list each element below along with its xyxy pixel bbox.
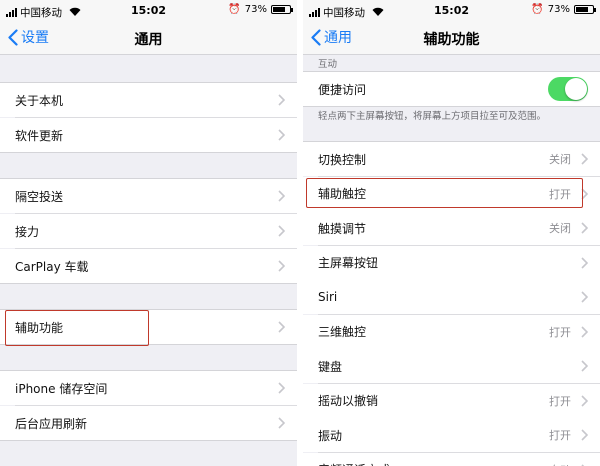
status-bar: 中国移动 15:02 ⏰ 73% bbox=[303, 0, 600, 22]
toggle-knob bbox=[565, 78, 587, 100]
status-bar: 中国移动 15:02 ⏰ 73% bbox=[0, 0, 297, 22]
list-item-label: 主屏幕按钮 bbox=[318, 256, 379, 270]
chevron-right-icon bbox=[278, 260, 285, 272]
list-item-switch-control[interactable]: 切换控制 关闭 bbox=[303, 142, 600, 176]
list-item-detail: 关闭 bbox=[549, 222, 571, 235]
list-item-label: Siri bbox=[318, 290, 338, 304]
chevron-right-icon bbox=[278, 225, 285, 237]
chevron-right-icon bbox=[581, 256, 588, 269]
chevron-right-icon bbox=[278, 382, 285, 394]
list-item-vibration[interactable]: 振动 打开 bbox=[303, 418, 600, 452]
list-item-accessibility[interactable]: 辅助功能 bbox=[0, 310, 297, 344]
list-item-detail: 打开 bbox=[549, 325, 571, 339]
list-item-background-refresh[interactable]: 后台应用刷新 bbox=[0, 406, 297, 440]
list-item-label: 接力 bbox=[15, 224, 40, 239]
list-item-label: 便捷访问 bbox=[318, 82, 367, 97]
list-item-label: 振动 bbox=[318, 428, 343, 443]
chevron-right-icon bbox=[278, 417, 285, 429]
list-item-label: 摇动以撤销 bbox=[318, 394, 379, 408]
page-title: 辅助功能 bbox=[423, 32, 480, 48]
list-item-label: 隔空投送 bbox=[15, 189, 64, 204]
list-item-label: 音频通话方式 bbox=[318, 461, 549, 466]
chevron-right-icon bbox=[278, 321, 285, 333]
list-item-detail: 打开 bbox=[549, 187, 571, 201]
navigation-bar: 通用 辅助功能 bbox=[303, 22, 600, 55]
status-right: ⏰ 73% bbox=[531, 4, 596, 15]
battery-percent: 73% bbox=[547, 4, 570, 15]
list-item-about[interactable]: 关于本机 bbox=[0, 83, 297, 117]
list-item-label: 辅助功能 bbox=[15, 320, 64, 335]
chevron-right-icon bbox=[278, 190, 285, 202]
list-item-label: 切换控制 bbox=[318, 152, 367, 167]
list-item-label: 键盘 bbox=[318, 359, 343, 374]
chevron-right-icon bbox=[581, 291, 588, 303]
list-item-home-button[interactable]: 主屏幕按钮 bbox=[303, 245, 600, 280]
list-item-detail: 自动 bbox=[549, 462, 571, 466]
list-item-airdrop[interactable]: 隔空投送 bbox=[0, 179, 297, 213]
battery-icon bbox=[574, 5, 596, 14]
list-item-carplay[interactable]: CarPlay 车载 bbox=[0, 249, 297, 283]
list-item-shake-to-undo[interactable]: 摇动以撤销 打开 bbox=[303, 383, 600, 418]
battery-icon bbox=[271, 5, 293, 14]
easy-access-toggle[interactable] bbox=[548, 77, 588, 101]
easy-access-footer: 轻点两下主屏幕按钮，将屏幕上方项目拉至可及范围。 bbox=[318, 111, 547, 122]
list-item-label: CarPlay 车载 bbox=[15, 259, 89, 274]
list-item-label: 三维触控 bbox=[318, 325, 367, 339]
list-item-label: 触摸调节 bbox=[318, 221, 367, 236]
chevron-right-icon bbox=[581, 187, 588, 200]
list-item-keyboard[interactable]: 键盘 bbox=[303, 349, 600, 383]
list-item-touch-accommodations[interactable]: 触摸调节 关闭 bbox=[303, 211, 600, 245]
chevron-right-icon bbox=[581, 429, 588, 441]
list-item-detail: 关闭 bbox=[549, 153, 571, 166]
chevron-right-icon bbox=[581, 325, 588, 338]
chevron-right-icon bbox=[581, 153, 588, 165]
list-item-3d-touch[interactable]: 三维触控 打开 bbox=[303, 314, 600, 349]
list-item-label: 软件更新 bbox=[15, 128, 64, 143]
list-item-iphone-storage[interactable]: iPhone 储存空间 bbox=[0, 371, 297, 405]
list-item-detail: 打开 bbox=[549, 394, 571, 408]
list-item-label: 后台应用刷新 bbox=[15, 416, 88, 431]
list-item-siri[interactable]: Siri bbox=[303, 280, 600, 314]
list-item-assistive-touch[interactable]: 辅助触控 打开 bbox=[303, 176, 600, 211]
status-right: ⏰ 73% bbox=[228, 4, 293, 15]
list-item-label: iPhone 储存空间 bbox=[15, 381, 108, 396]
general-settings-screen: 中国移动 15:02 ⏰ 73% 设置 通用 关于本机 软件更新 隔空投送 接力… bbox=[0, 0, 297, 466]
list-item-easy-access[interactable]: 便捷访问 bbox=[303, 72, 600, 106]
list-item-handoff[interactable]: 接力 bbox=[0, 214, 297, 248]
page-title: 通用 bbox=[134, 32, 163, 48]
battery-percent: 73% bbox=[244, 4, 267, 15]
chevron-right-icon bbox=[278, 94, 285, 106]
list-item-label: 关于本机 bbox=[15, 93, 64, 108]
chevron-right-icon bbox=[581, 394, 588, 407]
section-header: 互动 bbox=[318, 59, 338, 70]
list-item-software-update[interactable]: 软件更新 bbox=[0, 118, 297, 152]
alarm-icon: ⏰ bbox=[531, 4, 544, 15]
list-item-detail: 打开 bbox=[549, 429, 571, 442]
list-item-call-audio-routing[interactable]: 音频通话方式自动 bbox=[303, 452, 600, 466]
chevron-right-icon bbox=[278, 129, 285, 141]
alarm-icon: ⏰ bbox=[228, 4, 241, 15]
chevron-right-icon bbox=[581, 222, 588, 234]
chevron-right-icon bbox=[581, 360, 588, 372]
list-item-label: 辅助触控 bbox=[318, 187, 367, 201]
navigation-bar: 设置 通用 bbox=[0, 22, 297, 55]
accessibility-settings-screen: 中国移动 15:02 ⏰ 73% 通用 辅助功能 互动 便捷访问 轻点两下主屏幕… bbox=[303, 0, 600, 466]
